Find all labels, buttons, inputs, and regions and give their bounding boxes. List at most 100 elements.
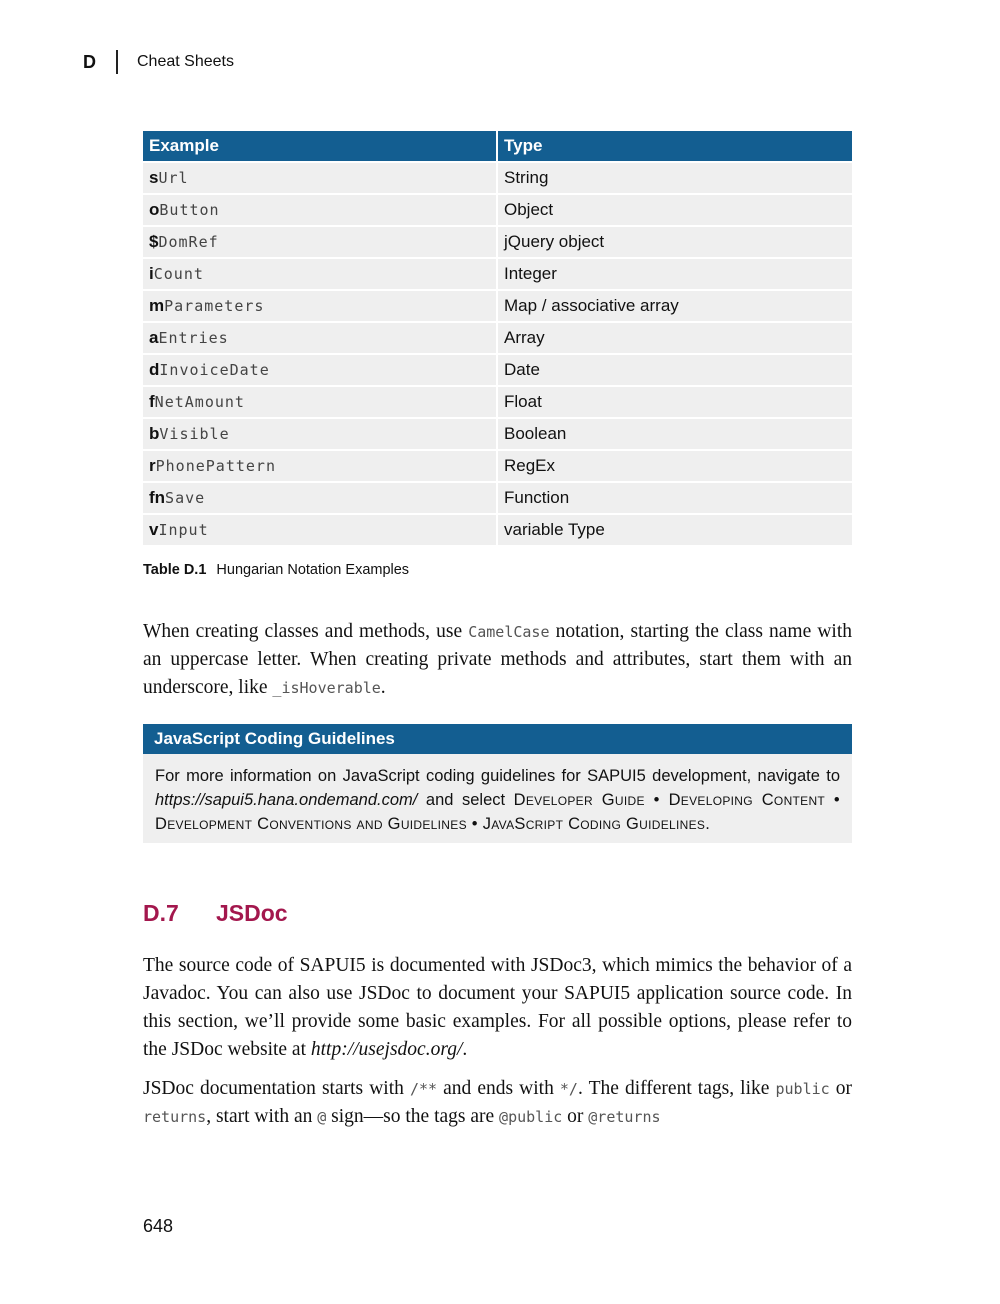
example-cell: sUrl [143,163,498,195]
type-cell: Map / associative array [498,291,852,323]
table-row: mParameters Map / associative array [143,291,852,323]
variable-name: Url [158,169,189,187]
type-cell: Array [498,323,852,355]
guidelines-link[interactable]: https://sapui5.hana.ondemand.com/ [155,791,417,809]
notation-prefix: o [149,200,160,219]
table-row: rPhonePattern RegEx [143,451,852,483]
table-row: $DomRef jQuery object [143,227,852,259]
example-cell: iCount [143,259,498,291]
table-caption-text: Hungarian Notation Examples [216,562,410,578]
variable-name: InvoiceDate [159,361,270,379]
type-cell: Float [498,387,852,419]
type-cell: variable Type [498,515,852,547]
example-cell: rPhonePattern [143,451,498,483]
info-box-body: For more information on JavaScript codin… [143,754,852,836]
variable-name: Save [165,489,206,507]
notation-prefix: b [149,424,160,443]
text-run: , start with an [206,1106,318,1127]
notation-prefix: fn [149,488,166,507]
table-row: dInvoiceDate Date [143,355,852,387]
type-cell: Boolean [498,419,852,451]
paragraph-jsdoc-intro: The source code of SAPUI5 is documented … [143,952,852,1064]
example-cell: aEntries [143,323,498,355]
running-header: D Cheat Sheets [83,48,234,76]
variable-name: DomRef [158,233,219,251]
section-heading: D.7 JSDoc [143,900,288,927]
table-header-row: Example Type [143,131,852,163]
table-caption-label: Table D.1 [143,562,207,578]
notation-prefix: m [149,296,165,315]
text-run: . [705,815,710,833]
column-header-example: Example [143,131,498,163]
type-cell: RegEx [498,451,852,483]
example-cell: fnSave [143,483,498,515]
type-cell: Function [498,483,852,515]
paragraph-jsdoc-tags: JSDoc documentation starts with /** and … [143,1075,852,1131]
text-run: sign—so the tags are [326,1106,500,1127]
inline-code: /** [409,1080,438,1098]
text-run: or [829,1078,852,1099]
inline-code: public [775,1080,830,1098]
text-run: or [562,1106,589,1127]
header-divider [116,50,118,74]
variable-name: Visible [159,425,230,443]
table-row: oButton Object [143,195,852,227]
variable-name: NetAmount [154,393,245,411]
inline-code: */ [559,1080,578,1098]
type-cell: Date [498,355,852,387]
text-run: and ends with [437,1078,560,1099]
variable-name: Parameters [164,297,265,315]
info-box: JavaScript Coding Guidelines For more in… [143,724,852,843]
text-run: The source code of SAPUI5 is documented … [143,955,852,1060]
table-row: bVisible Boolean [143,419,852,451]
variable-name: PhonePattern [155,457,276,475]
notation-prefix: r [149,456,156,475]
inline-code: @returns [588,1108,661,1126]
variable-name: Count [153,265,204,283]
text-run: and select [417,791,514,809]
table-body: sUrl String oButton Object $DomRef jQuery obj… [143,163,852,547]
type-cell: Object [498,195,852,227]
table-caption: Table D.1 Hungarian Notation Examples [143,562,409,578]
example-cell: mParameters [143,291,498,323]
example-cell: bVisible [143,419,498,451]
hungarian-notation-table: Example Type sUrl String oButton Object $Dom… [143,131,852,547]
table-row: vInput variable Type [143,515,852,547]
variable-name: Entries [158,329,229,347]
chapter-letter: D [83,51,96,72]
info-box-title: JavaScript Coding Guidelines [143,724,852,754]
text-run: For more information on JavaScript codin… [155,767,840,785]
text-run: . The different tags, like [577,1078,776,1099]
inline-code: _isHoverable [272,679,381,697]
example-cell: fNetAmount [143,387,498,419]
text-run: JSDoc documentation starts with [143,1078,410,1099]
type-cell: String [498,163,852,195]
text-run: . [462,1039,468,1060]
variable-name: Input [158,521,209,539]
type-cell: Integer [498,259,852,291]
section-title: JSDoc [216,900,288,926]
table-row: fnSave Function [143,483,852,515]
text-run: When creating classes and methods, use [143,621,469,642]
inline-code: @ [317,1108,327,1126]
inline-code: returns [143,1108,207,1126]
inline-code: CamelCase [468,623,550,641]
variable-name: Button [159,201,220,219]
table-row: iCount Integer [143,259,852,291]
table-row: sUrl String [143,163,852,195]
example-cell: dInvoiceDate [143,355,498,387]
chapter-title: Cheat Sheets [137,53,234,70]
example-cell: $DomRef [143,227,498,259]
paragraph-camelcase: When creating classes and methods, use C… [143,618,852,702]
table-row: aEntries Array [143,323,852,355]
table-row: fNetAmount Float [143,387,852,419]
notation-prefix: d [149,360,160,379]
inline-code: @public [499,1108,563,1126]
column-header-type: Type [498,131,852,163]
example-cell: vInput [143,515,498,547]
example-cell: oButton [143,195,498,227]
jsdoc-link[interactable]: http://usejsdoc.org/ [311,1039,462,1060]
type-cell: jQuery object [498,227,852,259]
page-number: 648 [143,1216,174,1236]
text-run: . [380,677,386,698]
